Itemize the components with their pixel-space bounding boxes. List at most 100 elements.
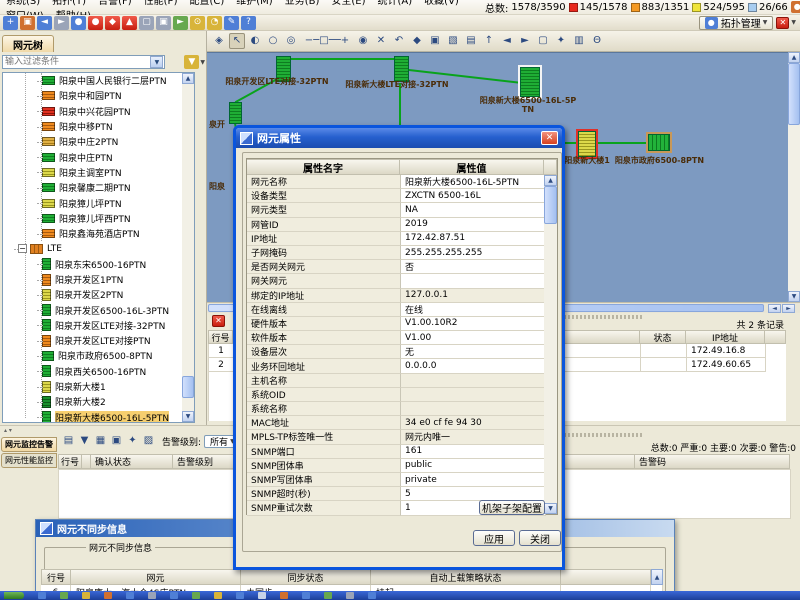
topology-tool-icon[interactable]: ◄	[499, 33, 515, 49]
property-row[interactable]: 主机名称	[247, 374, 557, 388]
taskbar-icon[interactable]	[280, 592, 288, 599]
toolbar-icon[interactable]: ▲	[122, 16, 137, 30]
tree-item[interactable]: − 阳泉主调室PTN	[3, 165, 194, 180]
scroll-down-icon[interactable]: ▼	[182, 411, 194, 422]
property-row[interactable]: 网关网元	[247, 274, 557, 288]
alarm-tool-icon[interactable]: ✦	[126, 435, 139, 448]
splitter-handle[interactable]	[560, 433, 644, 437]
taskbar-icon[interactable]	[346, 592, 354, 599]
toolbar-icon[interactable]: ●	[71, 16, 86, 30]
menu-item[interactable]: 拓扑(T)	[46, 0, 92, 7]
property-row[interactable]: MAC地址 34 e0 cf fe 94 30	[247, 416, 557, 430]
scroll-thumb[interactable]	[788, 63, 800, 125]
toolbar-icon[interactable]: ●	[88, 16, 103, 30]
property-row[interactable]: 在线离线 在线	[247, 303, 557, 317]
topology-tool-icon[interactable]: ◉	[355, 33, 371, 49]
taskbar-icon[interactable]	[170, 592, 178, 599]
taskbar-icon[interactable]	[82, 592, 90, 599]
tree-item[interactable]: − 阳泉中兴花园PTN	[3, 104, 194, 119]
taskbar-icon[interactable]	[258, 592, 266, 599]
topology-node[interactable]	[578, 131, 596, 157]
toolbar-icon[interactable]: ◆	[105, 16, 120, 30]
topology-node[interactable]	[520, 67, 540, 97]
property-value[interactable]: 161	[401, 445, 546, 459]
tree-item[interactable]: − 阳泉新大楼2	[3, 394, 194, 409]
scroll-up-icon[interactable]: ▲	[788, 52, 800, 63]
scroll-up-icon[interactable]: ▲	[182, 73, 194, 84]
tree-item[interactable]: − 阳泉中国人民银行二层PTN	[3, 73, 194, 88]
topology-tool-icon[interactable]: ◐	[247, 33, 263, 49]
taskbar-icon[interactable]	[148, 592, 156, 599]
menu-item[interactable]: 收藏(V)	[418, 0, 465, 7]
taskbar-icon[interactable]	[214, 592, 222, 599]
column-header[interactable]: 行号	[41, 569, 71, 585]
topology-tool-icon[interactable]: ▧	[445, 33, 461, 49]
column-header[interactable]: 告警码	[635, 454, 790, 469]
tree-item[interactable]: − 阳泉新大楼1	[3, 379, 194, 394]
property-value[interactable]: 网元内唯一	[401, 430, 546, 444]
chevron-down-icon[interactable]: ▼	[791, 19, 796, 26]
property-value[interactable]: 阳泉新大楼6500-16L-5PTN	[401, 175, 546, 189]
topology-tool-icon[interactable]: ►	[517, 33, 533, 49]
property-row[interactable]: 绑定的IP地址 127.0.0.1	[247, 289, 557, 303]
column-header[interactable]	[82, 454, 91, 469]
property-row[interactable]: 网元类型 NA	[247, 203, 557, 217]
scroll-up-icon[interactable]: ▲	[544, 175, 557, 186]
scroll-thumb[interactable]	[182, 376, 194, 398]
property-row[interactable]: 系统名称	[247, 402, 557, 416]
menubar-icon[interactable]: ●	[791, 1, 800, 13]
property-row[interactable]: MPLS-TP标签唯一性 网元内唯一	[247, 430, 557, 444]
property-row[interactable]: SNMP写团体串 private	[247, 473, 557, 487]
topology-node[interactable]	[648, 134, 670, 151]
property-row[interactable]: 是否网关网元 否	[247, 260, 557, 274]
tree-item[interactable]: − 阳泉东宋6500-16PTN	[3, 257, 194, 272]
toolbar-icon[interactable]: ▢	[139, 16, 154, 30]
tab-ne-tree[interactable]: 网元树	[2, 35, 54, 52]
topology-tool-icon[interactable]: ◆	[409, 33, 425, 49]
close-icon[interactable]: ✕	[541, 131, 558, 145]
alarm-tool-icon[interactable]: ▼	[78, 435, 91, 448]
topology-tool-icon[interactable]: ▢	[535, 33, 551, 49]
property-value[interactable]	[401, 388, 546, 402]
property-value[interactable]	[401, 402, 546, 416]
tree-item[interactable]: − 阳泉新大楼6500-16L-5PTN	[3, 410, 194, 423]
start-button[interactable]	[4, 592, 24, 599]
column-header[interactable]: 属性值	[400, 159, 544, 175]
tree-item[interactable]: − 阳泉开发区2PTN	[3, 287, 194, 302]
property-row[interactable]: 业务环回地址 0.0.0.0	[247, 359, 557, 373]
taskbar-icon[interactable]	[60, 592, 68, 599]
taskbar-icon[interactable]	[104, 592, 112, 599]
menu-item[interactable]: 维护(M)	[230, 0, 278, 7]
taskbar-icon[interactable]	[38, 592, 46, 599]
toolbar-icon[interactable]: ▣	[20, 16, 35, 30]
severity-count[interactable]: 145/1578	[580, 2, 628, 13]
scroll-left-icon[interactable]: ◄	[768, 304, 781, 313]
column-header[interactable]: 自动上载策略状态	[371, 569, 561, 585]
taskbar-icon[interactable]	[324, 592, 332, 599]
topology-tool-icon[interactable]: ◈	[211, 33, 227, 49]
toolbar-icon[interactable]: ▣	[156, 16, 171, 30]
property-row[interactable]: 设备层次 无	[247, 345, 557, 359]
topology-tool-icon[interactable]: +	[337, 33, 353, 49]
alarm-tool-icon[interactable]: ▤	[62, 435, 75, 448]
property-value[interactable]: 127.0.0.1	[401, 289, 546, 303]
property-row[interactable]: IP地址 172.42.87.51	[247, 232, 557, 246]
alarm-tool-icon[interactable]: ▦	[94, 435, 107, 448]
tree-item[interactable]: − 阳泉开发区6500-16L-3PTN	[3, 302, 194, 317]
property-row[interactable]: 网管ID 2019	[247, 218, 557, 232]
taskbar-icon[interactable]	[302, 592, 310, 599]
alarm-tool-icon[interactable]: ▣	[110, 435, 123, 448]
property-value[interactable]	[401, 274, 546, 288]
property-value[interactable]: 否	[401, 260, 546, 274]
property-value[interactable]: 2019	[401, 218, 546, 232]
tree-item[interactable]: − 阳泉市政府6500-8PTN	[3, 348, 194, 363]
topology-tool-icon[interactable]: ↑	[481, 33, 497, 49]
tree-item[interactable]: − 阳泉獐儿坪PTN	[3, 195, 194, 210]
property-value[interactable]: 0.0.0.0	[401, 359, 546, 373]
tree-item[interactable]: − 阳泉开发区LTE对接PTN	[3, 333, 194, 348]
property-value[interactable]: V1.00.10R2	[401, 317, 546, 331]
taskbar-icon[interactable]	[236, 592, 244, 599]
rack-config-button[interactable]: 机架子架配置	[479, 500, 545, 515]
topology-tool-icon[interactable]: Θ	[589, 33, 605, 49]
menu-item[interactable]: 系统(S)	[0, 0, 46, 7]
